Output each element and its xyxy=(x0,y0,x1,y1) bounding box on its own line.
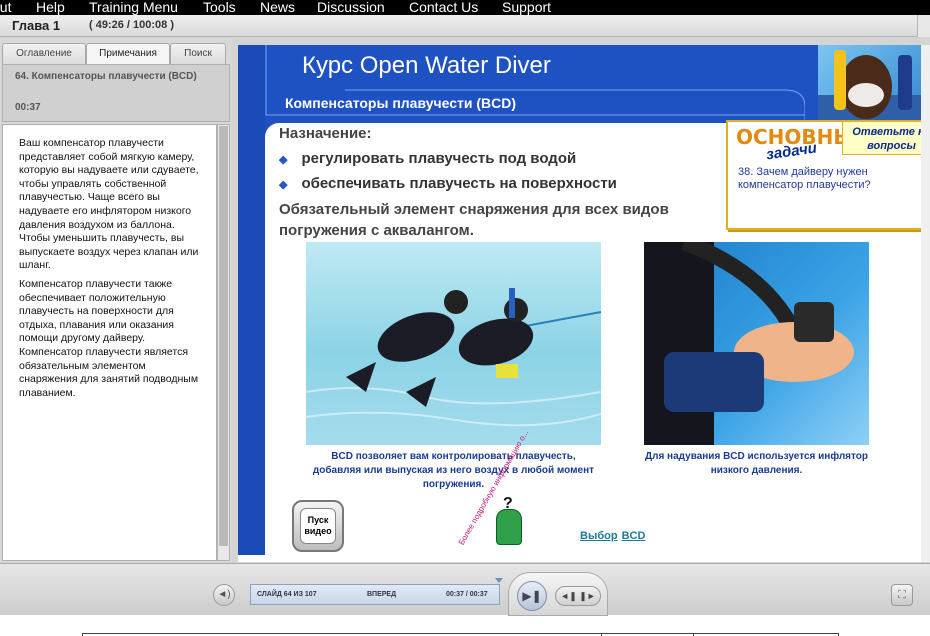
slide-left-bar xyxy=(238,45,265,555)
bullet-item: ◆ регулировать плавучесть под водой xyxy=(279,150,576,167)
menu-item-discussion[interactable]: Discussion xyxy=(317,0,385,15)
info-figure-icon xyxy=(496,509,522,545)
menu-bar: out Help Training Menu Tools News Discus… xyxy=(0,0,930,15)
notes-scrollbar[interactable] xyxy=(217,124,230,561)
tab-contents[interactable]: Оглавление xyxy=(2,43,86,64)
menu-item-contact-us[interactable]: Contact Us xyxy=(409,0,478,15)
right-photo-caption: Для надувания BCD используется инфлятор … xyxy=(644,451,869,476)
tab-search[interactable]: Поиск xyxy=(170,43,226,64)
question-mark-icon: ? xyxy=(503,495,513,512)
notes-scrollbar-thumb[interactable] xyxy=(219,126,228,546)
chapter-label: Глава 1 xyxy=(12,18,61,33)
menu-item-news[interactable]: News xyxy=(260,0,295,15)
control-bar: ◄) СЛАЙД 64 ИЗ 107 ВПЕРЕД 00:37 / 00:37 … xyxy=(0,563,930,616)
key-question-text: 38. Зачем дайверу нужен компенсатор плав… xyxy=(738,166,871,191)
tab-notes[interactable]: Примечания xyxy=(86,43,170,65)
divers-image xyxy=(306,288,601,427)
bcd-link-word[interactable]: BCD xyxy=(622,530,646,542)
menu-item-tools[interactable]: Tools xyxy=(203,0,236,15)
inflator-photo xyxy=(644,242,869,445)
purpose-label: Назначение: xyxy=(279,125,372,142)
playback-status: ВПЕРЕД xyxy=(367,591,397,598)
playback-time: 00:37 / 00:37 xyxy=(446,591,488,598)
key-tasks-box[interactable]: ОСНОВНЫЕ задачи Ответьте на вопросы 38. … xyxy=(726,120,921,230)
instructor-image xyxy=(818,50,921,125)
bullet-diamond-icon: ◆ xyxy=(279,154,288,166)
instructor-photo xyxy=(818,45,921,125)
menu-item-help[interactable]: Help xyxy=(36,0,65,15)
course-title: Курс Open Water Diver xyxy=(302,52,551,79)
answer-questions-label[interactable]: Ответьте на вопросы xyxy=(842,122,921,155)
menu-item-training-menu[interactable]: Training Menu xyxy=(89,0,178,15)
current-slide-header: 64. Компенсаторы плавучести (BCD) 00:37 xyxy=(2,64,230,122)
bcd-link-word[interactable]: Выбор xyxy=(580,530,618,542)
fullscreen-icon[interactable]: ⛶ xyxy=(891,584,913,606)
notes-paragraph: Ваш компенсатор плавучести представляет … xyxy=(19,137,199,272)
top-strip: Глава 1 ( 49:26 / 100:08 ) xyxy=(0,15,930,37)
slide-counter: СЛАЙД 64 ИЗ 107 xyxy=(257,591,317,598)
volume-icon[interactable]: ◄) xyxy=(213,584,235,606)
menu-item-out[interactable]: out xyxy=(0,0,11,15)
divers-underwater-photo xyxy=(306,242,601,445)
bcd-selection-link[interactable]: Выбор BCD xyxy=(580,530,645,542)
left-photo-caption: BCD позволяет вам контролировать плавуче… xyxy=(312,451,595,490)
progress-bar[interactable]: СЛАЙД 64 ИЗ 107 ВПЕРЕД 00:37 / 00:37 xyxy=(250,578,503,605)
slide-subtitle: Компенсаторы плавучести (BCD) xyxy=(285,95,517,111)
inflator-image xyxy=(644,242,854,445)
bullet-item: ◆ обеспечивать плавучесть на поверхности xyxy=(279,175,617,192)
bullet-diamond-icon: ◆ xyxy=(279,179,288,191)
slide-canvas: Курс Open Water Diver Компенсаторы плаву… xyxy=(238,45,921,562)
progress-marker-icon[interactable] xyxy=(495,578,503,583)
elapsed-timecode: ( 49:26 / 100:08 ) xyxy=(89,19,174,31)
required-equipment-text: Обязательный элемент снаряжения для всех… xyxy=(279,201,669,239)
more-info-button[interactable]: ? Более подробную информацию о... xyxy=(457,428,540,555)
play-video-label: Пуск видео xyxy=(300,508,336,544)
notes-text: Ваш компенсатор плавучести представляет … xyxy=(2,124,217,561)
slide-content: Назначение: ◆ регулировать плавучесть под… xyxy=(265,120,921,562)
notes-paragraph: Компенсатор плавучести также обеспечивае… xyxy=(19,277,199,399)
bullet-text: обеспечивать плавучесть на поверхности xyxy=(301,175,617,192)
play-video-button[interactable]: Пуск видео xyxy=(292,500,344,552)
menu-item-support[interactable]: Support xyxy=(502,0,551,15)
app-root: out Help Training Menu Tools News Discus… xyxy=(0,0,930,636)
current-slide-time: 00:37 xyxy=(15,102,41,113)
current-slide-title: 64. Компенсаторы плавучести (BCD) xyxy=(15,71,197,82)
play-pause-button[interactable]: ▶❚ xyxy=(517,581,547,611)
playback-controls: ▶❚ ◄❚ ❚► xyxy=(508,572,608,616)
player: Глава 1 ( 49:26 / 100:08 ) Оглавление Пр… xyxy=(0,15,930,616)
bullet-text: регулировать плавучесть под водой xyxy=(301,150,577,167)
prev-next-buttons[interactable]: ◄❚ ❚► xyxy=(555,586,601,606)
slide-scrollbar[interactable] xyxy=(921,45,930,562)
sidebar: Оглавление Примечания Поиск 64. Компенса… xyxy=(0,38,232,578)
top-edge-handle xyxy=(917,15,930,37)
sidebar-tabs: Оглавление Примечания Поиск xyxy=(2,43,230,65)
